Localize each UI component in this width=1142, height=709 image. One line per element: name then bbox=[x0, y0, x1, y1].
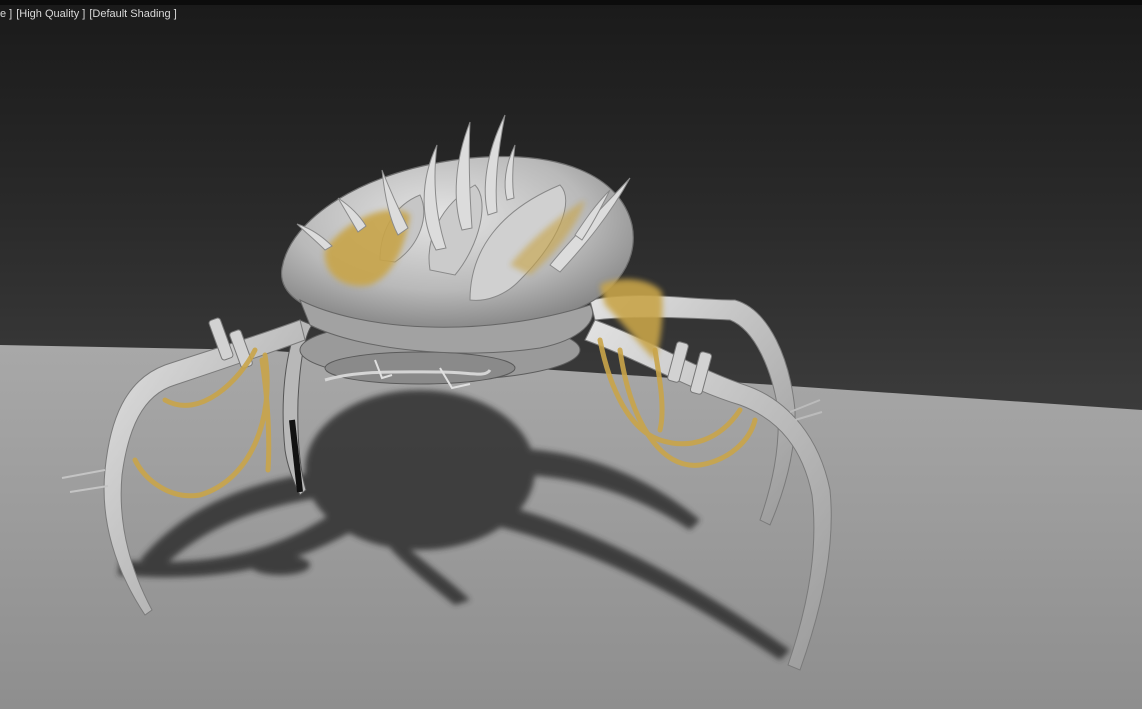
ground-plane bbox=[0, 345, 1142, 709]
3d-viewport[interactable]: e ] [High Quality ] [Default Shading ] bbox=[0, 0, 1142, 709]
scene-render bbox=[0, 114, 1142, 709]
